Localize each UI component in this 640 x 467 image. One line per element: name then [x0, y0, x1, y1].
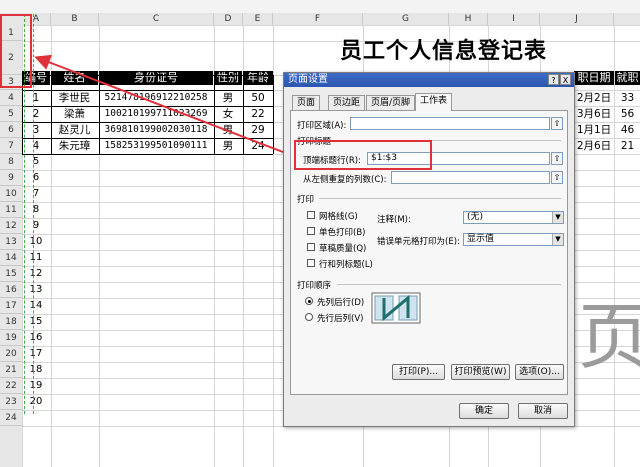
comments-label: 注释(M):: [377, 215, 411, 225]
gridlines-checkbox[interactable]: [307, 211, 315, 219]
black-white-label: 单色打印(B): [319, 228, 366, 238]
ok-button[interactable]: 确定: [459, 403, 509, 419]
print-area-label: 打印区域(A):: [297, 121, 347, 131]
page-setup-dialog: 页面设置 ? X 页面 页边距 页眉/页脚 工作表 打印区域(A): ⇧ 打印标…: [283, 72, 575, 427]
over-then-down-label: 先行后列(V): [317, 314, 364, 324]
options-button[interactable]: 选项(O)...: [515, 364, 564, 380]
section-divider: [337, 284, 561, 285]
page-order-preview-icon: [371, 292, 421, 324]
errors-select[interactable]: 显示值 ▼: [463, 233, 564, 246]
errors-value: 显示值: [467, 234, 495, 244]
row-col-headings-label: 行和列标题(L): [319, 260, 373, 270]
order-section: 打印顺序: [297, 281, 332, 291]
tab-header-footer[interactable]: 页眉/页脚: [366, 95, 416, 110]
print-area-input[interactable]: [350, 117, 550, 130]
down-then-over-radio[interactable]: [305, 297, 313, 305]
help-button[interactable]: ?: [548, 74, 559, 85]
dialog-titlebar[interactable]: 页面设置: [284, 73, 574, 87]
draft-quality-checkbox[interactable]: [307, 243, 315, 251]
print-section: 打印: [297, 195, 315, 205]
cols-repeat-input[interactable]: [391, 171, 550, 184]
gridlines-label: 网格线(G): [319, 212, 358, 222]
print-area-collapse-button[interactable]: ⇧: [551, 117, 563, 130]
cancel-button[interactable]: 取消: [518, 403, 568, 419]
errors-label: 错误单元格打印为(E):: [377, 237, 460, 247]
draft-quality-label: 草稿质量(Q): [319, 244, 367, 254]
down-then-over-label: 先列后行(D): [317, 298, 365, 308]
rows-repeat-highlight: [294, 140, 432, 170]
comments-value: (无): [467, 212, 484, 222]
chevron-down-icon: ▼: [552, 212, 563, 223]
print-preview-button[interactable]: 打印预览(W): [451, 364, 510, 380]
rows-repeat-collapse-button[interactable]: ⇧: [551, 152, 563, 165]
close-button[interactable]: X: [560, 74, 571, 85]
row-col-headings-checkbox[interactable]: [307, 259, 315, 267]
tab-sheet[interactable]: 工作表: [415, 93, 453, 111]
black-white-checkbox[interactable]: [307, 227, 315, 235]
print-button[interactable]: 打印(P)...: [392, 364, 445, 380]
tab-margins[interactable]: 页边距: [328, 95, 366, 110]
tab-page[interactable]: 页面: [292, 95, 321, 110]
dialog-title: 页面设置: [288, 74, 328, 85]
cols-repeat-label: 从左侧重复的列数(C):: [303, 175, 387, 185]
over-then-down-radio[interactable]: [305, 313, 313, 321]
cols-repeat-collapse-button[interactable]: ⇧: [551, 171, 563, 184]
section-divider: [319, 198, 561, 199]
comments-select[interactable]: (无) ▼: [463, 211, 564, 224]
chevron-down-icon: ▼: [552, 234, 563, 245]
